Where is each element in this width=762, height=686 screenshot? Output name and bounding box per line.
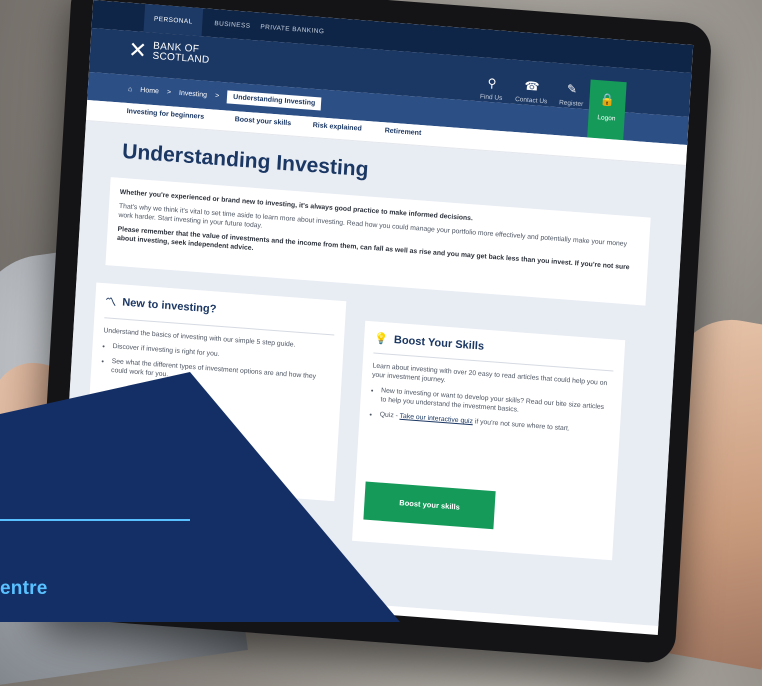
logon-label: Logon	[597, 114, 616, 123]
find-us-label: Find Us	[479, 93, 503, 102]
contact-us-label: Contact Us	[514, 95, 548, 106]
investing-for-beginners-button[interactable]: Investing for beginners	[86, 414, 219, 463]
saltire-logo-icon: ✕	[127, 36, 148, 64]
register-link[interactable]: ✎ Register	[551, 81, 593, 109]
subnav-investing-beginners[interactable]: Investing for beginners	[126, 108, 204, 121]
padlock-icon: 🔒	[599, 92, 616, 108]
card-title: New to investing?	[121, 296, 217, 316]
card-title: Boost Your Skills	[393, 333, 485, 353]
tab-personal[interactable]: PERSONAL	[143, 3, 204, 37]
trend-line-icon: 〽	[104, 296, 117, 310]
page-title: Understanding Investing	[121, 139, 370, 182]
breadcrumb-separator: >	[166, 88, 172, 97]
card-heading: 💡 Boost Your Skills	[374, 332, 615, 363]
tab-business[interactable]: BUSINESS	[214, 9, 252, 40]
subnav-risk-explained[interactable]: Risk explained	[312, 122, 361, 133]
tablet-screen: PERSONAL BUSINESS PRIVATE BANKING ✕ BANK…	[57, 0, 694, 635]
tablet-device: PERSONAL BUSINESS PRIVATE BANKING ✕ BANK…	[34, 0, 713, 665]
boost-your-skills-card: 💡 Boost Your Skills Learn about investin…	[352, 320, 626, 561]
breadcrumb-current: Understanding Investing	[226, 90, 322, 111]
new-to-investing-card: 〽 New to investing? Understand the basic…	[84, 282, 347, 502]
contact-us-link[interactable]: ☎ Contact Us	[511, 78, 553, 106]
card-heading: 〽 New to investing?	[105, 293, 336, 326]
quiz-prefix: Quiz -	[379, 411, 400, 420]
location-pin-icon: ⚲	[487, 75, 497, 91]
main-content: Understanding Investing Whether you're e…	[58, 121, 686, 626]
subnav-retirement[interactable]: Retirement	[384, 127, 421, 137]
lightbulb-icon: 💡	[373, 332, 389, 346]
bank-logo[interactable]: ✕ BANK OF SCOTLAND	[127, 36, 211, 67]
overlay-heading: entre	[0, 578, 48, 599]
subnav-boost-skills[interactable]: Boost your skills	[234, 116, 291, 127]
breadcrumb-separator: >	[214, 92, 220, 100]
find-us-link[interactable]: ⚲ Find Us	[471, 75, 513, 103]
brand-line-2: SCOTLAND	[152, 50, 210, 66]
logon-button[interactable]: 🔒 Logon	[587, 79, 627, 141]
breadcrumb-investing[interactable]: Investing	[179, 90, 207, 99]
pencil-icon: ✎	[566, 81, 578, 97]
interactive-quiz-link[interactable]: Take our interactive quiz	[399, 413, 473, 425]
phone-icon: ☎	[524, 78, 540, 94]
boost-your-skills-button[interactable]: Boost your skills	[363, 481, 496, 530]
home-icon: ⌂	[127, 86, 133, 94]
register-label: Register	[558, 99, 584, 109]
breadcrumb-home[interactable]: Home	[140, 87, 159, 95]
quiz-suffix: if you're not sure where to start.	[472, 418, 571, 433]
intro-panel: Whether you're experienced or brand new …	[105, 177, 651, 306]
